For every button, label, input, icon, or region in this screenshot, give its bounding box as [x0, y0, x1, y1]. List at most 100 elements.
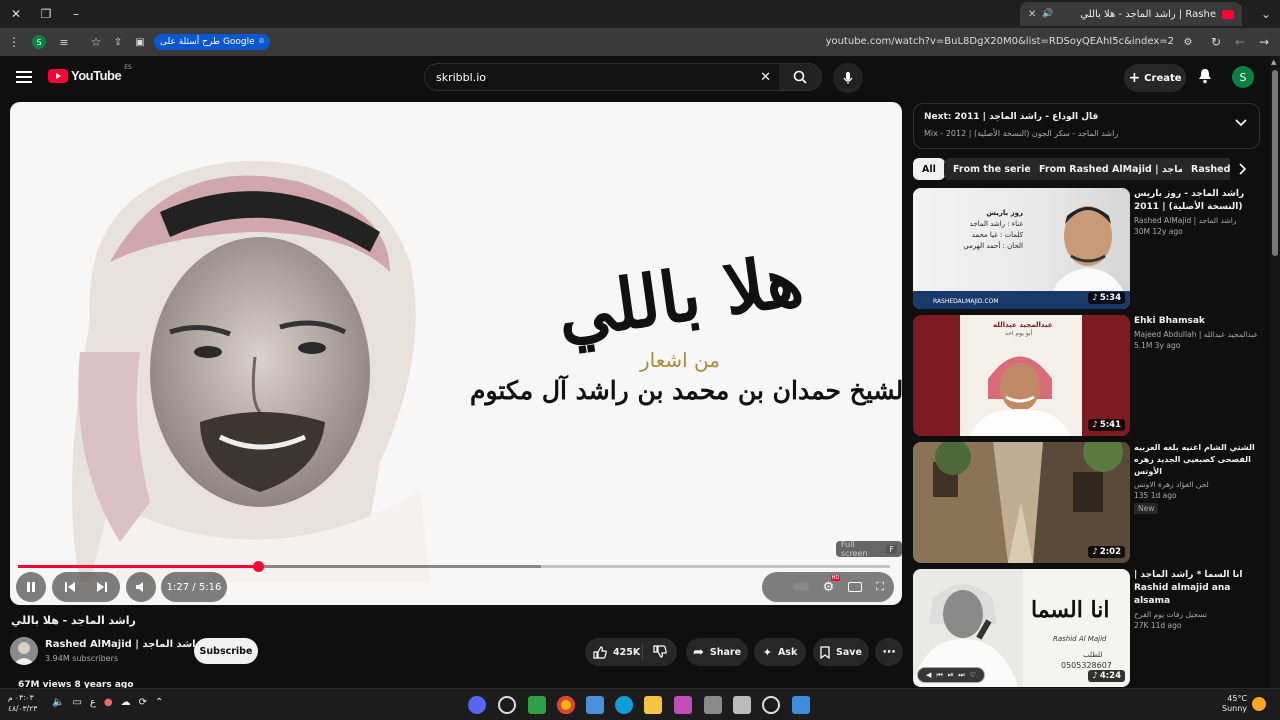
notifications-bell-icon[interactable]: [1198, 68, 1212, 84]
chip-rashed[interactable]: Rashed: [1182, 158, 1230, 180]
search-input[interactable]: skribbl.io: [436, 71, 486, 84]
recommendation-card[interactable]: عبدالمجيد عبدالله أبو يوم احد ♪ 5:41 Ehki…: [913, 315, 1259, 437]
settings-app-icon[interactable]: [498, 696, 516, 714]
close-window-icon[interactable]: ✕: [6, 4, 26, 24]
rec-channel[interactable]: لحن الفؤاد زهرة الاوتس: [1134, 480, 1259, 489]
menu-dots-icon[interactable]: ⋮: [4, 32, 24, 52]
screenshot-icon[interactable]: ▣: [130, 32, 150, 52]
share-page-icon[interactable]: ⇪: [108, 32, 128, 52]
clear-search-icon[interactable]: ✕: [760, 70, 771, 85]
edge-icon[interactable]: [615, 696, 633, 714]
video-thumbnail[interactable]: انا السما Rashid Al Majid للطلب 05053286…: [913, 569, 1130, 687]
inline-player-controls[interactable]: ◀ ⏮ ⏯ ⏭ ♡: [917, 667, 985, 683]
recommendation-card[interactable]: روز باريس غناء : راشد الماجد كلمات : غيا…: [913, 188, 1259, 310]
sync-icon[interactable]: ⟳: [139, 697, 147, 708]
browser-tab[interactable]: ✕ 🔊 راشد الماجد - هلا باللي | Rashe: [1020, 2, 1242, 26]
settings-button[interactable]: ⚙ HD: [823, 574, 841, 595]
reading-list-icon[interactable]: ≡: [54, 32, 74, 52]
share-button[interactable]: ➦ Share: [686, 638, 748, 666]
autoplay-toggle-icon[interactable]: [792, 583, 809, 591]
mic-icon[interactable]: ●: [104, 697, 113, 708]
reload-icon[interactable]: ↻: [1206, 32, 1226, 52]
video-thumbnail[interactable]: ♪ 2:02: [913, 442, 1130, 563]
search-box[interactable]: skribbl.io ✕: [424, 63, 822, 91]
youtube-logo[interactable]: YouTube ES: [48, 64, 132, 83]
ask-google-button[interactable]: طرح أسئلة على Google ⌾: [154, 34, 271, 50]
back-icon[interactable]: →: [1254, 32, 1274, 52]
profile-avatar[interactable]: S: [32, 35, 46, 49]
speaker-icon[interactable]: 🔈: [52, 697, 64, 708]
play-icon[interactable]: ⏯: [948, 671, 954, 680]
rec-channel[interactable]: Majeed Abdullah | عبدالمجيد عبدالله: [1134, 330, 1259, 339]
task-view-icon[interactable]: [733, 696, 751, 714]
miniplayer-icon[interactable]: [848, 582, 863, 592]
video-thumbnail[interactable]: عبدالمجيد عبدالله أبو يوم احد ♪ 5:41: [913, 315, 1130, 436]
prev-icon[interactable]: ⏮: [936, 671, 942, 680]
rec-title[interactable]: الشتي الشام اغنيه بلغه العربيه الفصحى كص…: [1134, 442, 1259, 478]
tab-audio-icon[interactable]: 🔊: [1042, 9, 1053, 19]
fullscreen-icon[interactable]: ⛶: [876, 580, 884, 594]
next-up-panel[interactable]: Next: 2011 | قال الوداع - راشد الماجد Mi…: [913, 103, 1260, 149]
create-button[interactable]: + Create: [1124, 64, 1186, 92]
taskbar-search-icon[interactable]: [762, 696, 780, 714]
discord-icon[interactable]: [468, 696, 486, 714]
bookmark-star-icon[interactable]: ☆: [86, 32, 106, 52]
rec-channel[interactable]: Rashed AlMajid | راشد الماجد: [1134, 216, 1259, 225]
subscribe-button[interactable]: Subscribe: [194, 638, 258, 664]
dislike-button[interactable]: [653, 645, 667, 658]
url-field[interactable]: youtube.com/watch?v=BuL8DgX20M0&list=RDS…: [826, 36, 1174, 47]
rec-channel[interactable]: تسجيل زفات يوم الفرح: [1134, 610, 1259, 619]
tab-search-icon[interactable]: ⌄: [1256, 4, 1276, 24]
cloud-icon[interactable]: ☁: [121, 697, 131, 708]
weather-widget[interactable]: 45°C Sunny: [1222, 694, 1247, 714]
recommendation-card[interactable]: ♪ 2:02 الشتي الشام اغنيه بلغه العربيه الف…: [913, 442, 1259, 564]
next-icon[interactable]: ⏭: [958, 671, 964, 680]
channel-avatar[interactable]: [10, 637, 38, 665]
language-indicator[interactable]: ع: [90, 697, 96, 708]
calculator-icon[interactable]: [704, 696, 722, 714]
progress-bar[interactable]: [18, 561, 890, 572]
rec-title[interactable]: راشد الماجد - روز باريس (النسخة الأصلية)…: [1134, 188, 1259, 214]
site-settings-icon[interactable]: ⚙: [1178, 32, 1198, 52]
clock[interactable]: ٠٣:٠٣ م ٤٨/٠٣/٢٣: [8, 692, 37, 714]
account-avatar[interactable]: S: [1232, 66, 1254, 88]
page-scrollbar[interactable]: ▲: [1270, 56, 1280, 688]
chips-next-chevron-icon[interactable]: [1239, 163, 1247, 175]
next-icon[interactable]: [96, 581, 108, 593]
expand-chevron-icon[interactable]: [1235, 119, 1247, 127]
more-actions-button[interactable]: ⋯: [875, 638, 903, 666]
minimize-window-icon[interactable]: –: [66, 4, 86, 24]
rec-title[interactable]: انا السما * راشد الماجد | Rashid almajid…: [1134, 569, 1259, 608]
scrubber-handle[interactable]: [252, 561, 264, 572]
previous-icon[interactable]: [64, 581, 76, 593]
pause-button[interactable]: [16, 572, 46, 602]
mute-icon[interactable]: ◀: [926, 671, 931, 679]
start-windows-icon[interactable]: [792, 696, 810, 714]
video-player[interactable]: هلا باللي من اشعار سمو الشيخ حمدان بن مح…: [10, 102, 902, 605]
forward-icon[interactable]: ←: [1230, 32, 1250, 52]
store-icon[interactable]: [586, 696, 604, 714]
chip-all[interactable]: All: [913, 158, 945, 180]
scrollbar-thumb[interactable]: [1272, 70, 1278, 256]
like-button[interactable]: 425K: [593, 645, 640, 659]
rec-title[interactable]: Ehki Bhamsak: [1134, 315, 1259, 328]
voice-search-button[interactable]: [833, 63, 863, 93]
ask-button[interactable]: ✦ Ask: [754, 638, 806, 666]
file-explorer-icon[interactable]: [644, 696, 662, 714]
network-icon[interactable]: ▭: [72, 697, 81, 708]
chrome-icon[interactable]: [557, 696, 575, 714]
restore-window-icon[interactable]: ❐: [36, 4, 56, 24]
hamburger-menu-icon[interactable]: [16, 70, 32, 84]
tab-close-icon[interactable]: ✕: [1028, 9, 1036, 20]
search-button[interactable]: [779, 64, 821, 90]
photos-app-icon[interactable]: [674, 696, 692, 714]
recommendation-card[interactable]: انا السما Rashid Al Majid للطلب 05053286…: [913, 569, 1259, 687]
tray-chevron-icon[interactable]: ⌃: [155, 697, 163, 708]
channel-name[interactable]: Rashed AlMajid | راشد الماجد: [45, 639, 214, 650]
volume-button[interactable]: [126, 572, 156, 602]
scroll-up-icon[interactable]: ▲: [1271, 58, 1276, 66]
save-button[interactable]: Save: [813, 638, 869, 666]
like-icon[interactable]: ♡: [970, 671, 976, 679]
video-thumbnail[interactable]: روز باريس غناء : راشد الماجد كلمات : غيا…: [913, 188, 1130, 309]
terminal-app-icon[interactable]: [528, 696, 546, 714]
